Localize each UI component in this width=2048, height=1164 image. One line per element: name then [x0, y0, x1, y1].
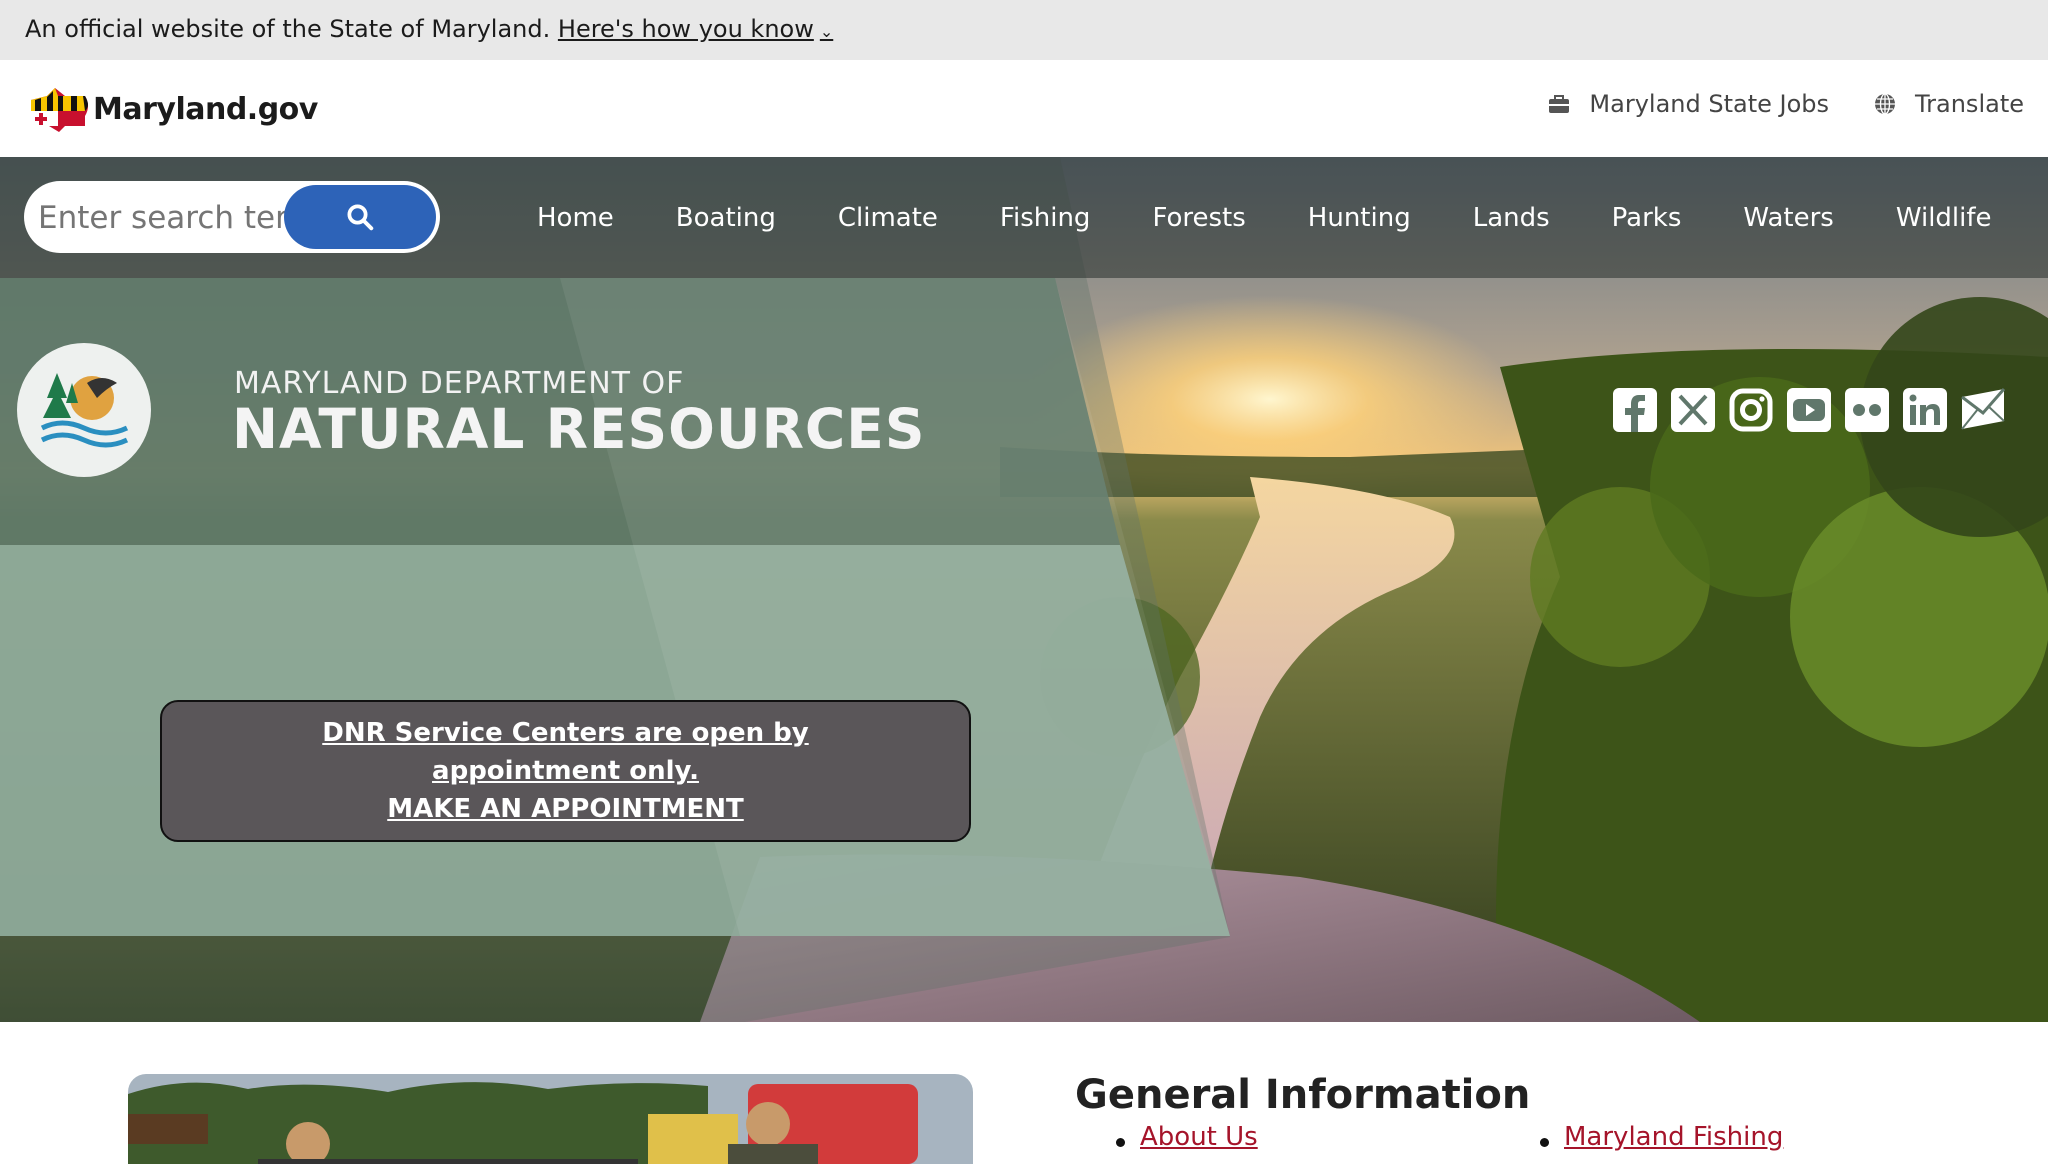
general-info-list-col1: About Us	[1116, 1122, 1258, 1152]
service-centers-link[interactable]: DNR Service Centers are open by appointm…	[162, 714, 969, 790]
logo-text: Maryland.gov	[93, 91, 318, 127]
general-info-list-col2: Maryland Fishing	[1539, 1122, 1783, 1152]
nav-waters[interactable]: Waters	[1712, 203, 1864, 233]
service-center-notice: DNR Service Centers are open by appointm…	[160, 700, 971, 842]
list-item: About Us	[1116, 1122, 1258, 1152]
translate-link-label[interactable]: Translate	[1915, 90, 2024, 118]
nav-wildlife[interactable]: Wildlife	[1865, 203, 2023, 233]
featured-photo[interactable]	[128, 1074, 973, 1164]
maryland-gov-logo[interactable]: Maryland.gov	[25, 86, 318, 132]
nav-boating[interactable]: Boating	[645, 203, 807, 233]
dnr-seal-logo[interactable]	[17, 343, 151, 477]
heres-how-you-know-link[interactable]: Here's how you know ⌄	[558, 15, 833, 43]
nav-fishing[interactable]: Fishing	[969, 203, 1122, 233]
dnr-seal-icon	[40, 373, 129, 448]
nav-lands[interactable]: Lands	[1442, 203, 1581, 233]
jobs-link-label[interactable]: Maryland State Jobs	[1589, 90, 1829, 118]
linkedin-icon[interactable]	[1902, 387, 1948, 433]
social-media-links	[1612, 387, 2006, 433]
department-name-line2: NATURAL RESOURCES	[232, 397, 926, 461]
maryland-fishing-link[interactable]: Maryland Fishing	[1564, 1122, 1783, 1152]
translate-link[interactable]: Translate	[1873, 90, 2024, 118]
official-banner-text: An official website of the State of Mary…	[25, 15, 551, 43]
youtube-icon[interactable]	[1786, 387, 1832, 433]
maryland-flag-icon	[31, 88, 88, 132]
nav-forests[interactable]: Forests	[1121, 203, 1276, 233]
about-us-link[interactable]: About Us	[1140, 1122, 1258, 1152]
search-icon	[347, 204, 374, 231]
officers-event-photo	[128, 1074, 973, 1164]
briefcase-icon	[1549, 95, 1570, 113]
hero-banner: Home Boating Climate Fishing Forests Hun…	[0, 157, 2048, 1022]
nav-parks[interactable]: Parks	[1581, 203, 1713, 233]
nav-home[interactable]: Home	[506, 203, 645, 233]
list-item: Maryland Fishing	[1539, 1122, 1783, 1152]
email-icon[interactable]	[1960, 387, 2006, 433]
search-input[interactable]	[36, 193, 300, 243]
official-website-banner: An official website of the State of Mary…	[0, 0, 2048, 60]
maryland-state-jobs-link[interactable]: Maryland State Jobs	[1547, 90, 1829, 118]
search-button[interactable]	[284, 185, 436, 249]
nav-hunting[interactable]: Hunting	[1277, 203, 1442, 233]
flickr-icon[interactable]	[1844, 387, 1890, 433]
facebook-icon[interactable]	[1612, 387, 1658, 433]
x-twitter-icon[interactable]	[1670, 387, 1716, 433]
main-navigation-bar: Home Boating Climate Fishing Forests Hun…	[0, 157, 2048, 278]
main-nav: Home Boating Climate Fishing Forests Hun…	[506, 157, 2023, 278]
instagram-icon[interactable]	[1728, 387, 1774, 433]
search-form	[26, 183, 438, 251]
nav-climate[interactable]: Climate	[807, 203, 969, 233]
chevron-down-icon[interactable]: ⌄	[820, 22, 833, 41]
department-name-line1: MARYLAND DEPARTMENT OF	[234, 366, 685, 401]
general-information-heading: General Information	[1075, 1072, 1531, 1118]
site-header: Maryland.gov Maryland State Jobs Transla…	[0, 60, 2048, 157]
make-appointment-link[interactable]: MAKE AN APPOINTMENT	[162, 790, 969, 828]
utility-links: Maryland State Jobs Translate	[1547, 90, 2024, 118]
globe-icon	[1875, 93, 1896, 115]
